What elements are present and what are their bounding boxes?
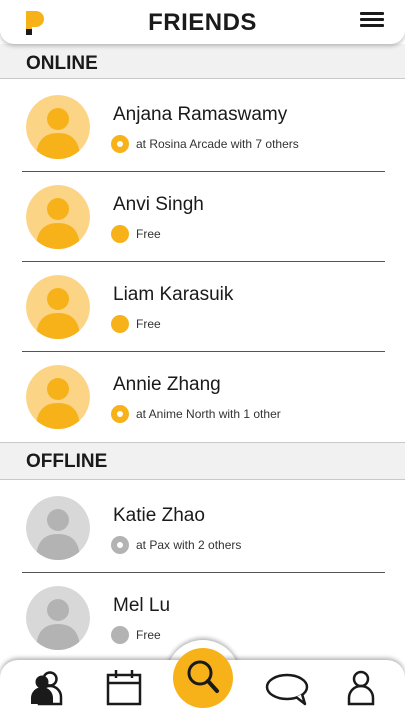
hamburger-menu-icon[interactable]	[360, 12, 384, 32]
app-header: FRIENDS	[0, 0, 405, 44]
section-header-online: ONLINE	[0, 44, 405, 79]
friend-name: Anjana Ramaswamy	[113, 104, 288, 125]
avatar	[26, 586, 90, 650]
avatar	[26, 185, 90, 249]
friends-icon[interactable]	[30, 670, 64, 706]
avatar	[26, 95, 90, 159]
avatar	[26, 365, 90, 429]
friend-row[interactable]: Anvi Singh Free	[0, 172, 405, 262]
friend-name: Liam Karasuik	[113, 284, 234, 305]
calendar-icon[interactable]	[106, 669, 142, 707]
friend-name: Annie Zhang	[113, 374, 221, 395]
friend-row[interactable]: Katie Zhao at Pax with 2 others	[0, 483, 405, 573]
avatar-person-icon	[26, 275, 90, 339]
friend-status: Free	[136, 227, 161, 241]
status-dot-icon	[111, 225, 129, 243]
status-ring-icon	[111, 536, 129, 554]
status-ring-icon	[111, 405, 129, 423]
chat-bubble-icon[interactable]	[264, 672, 310, 706]
avatar	[26, 496, 90, 560]
avatar-person-icon	[26, 586, 90, 650]
avatar	[26, 275, 90, 339]
status-dot-icon	[111, 315, 129, 333]
friend-status: at Pax with 2 others	[136, 538, 242, 552]
avatar-person-icon	[26, 95, 90, 159]
profile-icon[interactable]	[346, 670, 376, 706]
avatar-person-icon	[26, 365, 90, 429]
page-title: FRIENDS	[148, 9, 257, 36]
avatar-person-icon	[26, 496, 90, 560]
friend-status: at Rosina Arcade with 7 others	[136, 137, 299, 151]
avatar-person-icon	[26, 185, 90, 249]
friend-name: Mel Lu	[113, 595, 171, 616]
status-ring-icon	[111, 135, 129, 153]
friend-status: Free	[136, 628, 161, 642]
friend-name: Katie Zhao	[113, 505, 205, 526]
search-icon	[187, 660, 219, 693]
friend-status: at Anime North with 1 other	[136, 407, 281, 421]
friend-status: Free	[136, 317, 161, 331]
section-header-offline: OFFLINE	[0, 442, 405, 480]
search-button[interactable]	[173, 648, 233, 708]
status-dot-icon	[111, 626, 129, 644]
friend-row[interactable]: Annie Zhang at Anime North with 1 other	[0, 352, 405, 442]
friend-row[interactable]: Anjana Ramaswamy at Rosina Arcade with 7 …	[0, 82, 405, 172]
friend-name: Anvi Singh	[113, 194, 204, 215]
friend-row[interactable]: Liam Karasuik Free	[0, 262, 405, 352]
